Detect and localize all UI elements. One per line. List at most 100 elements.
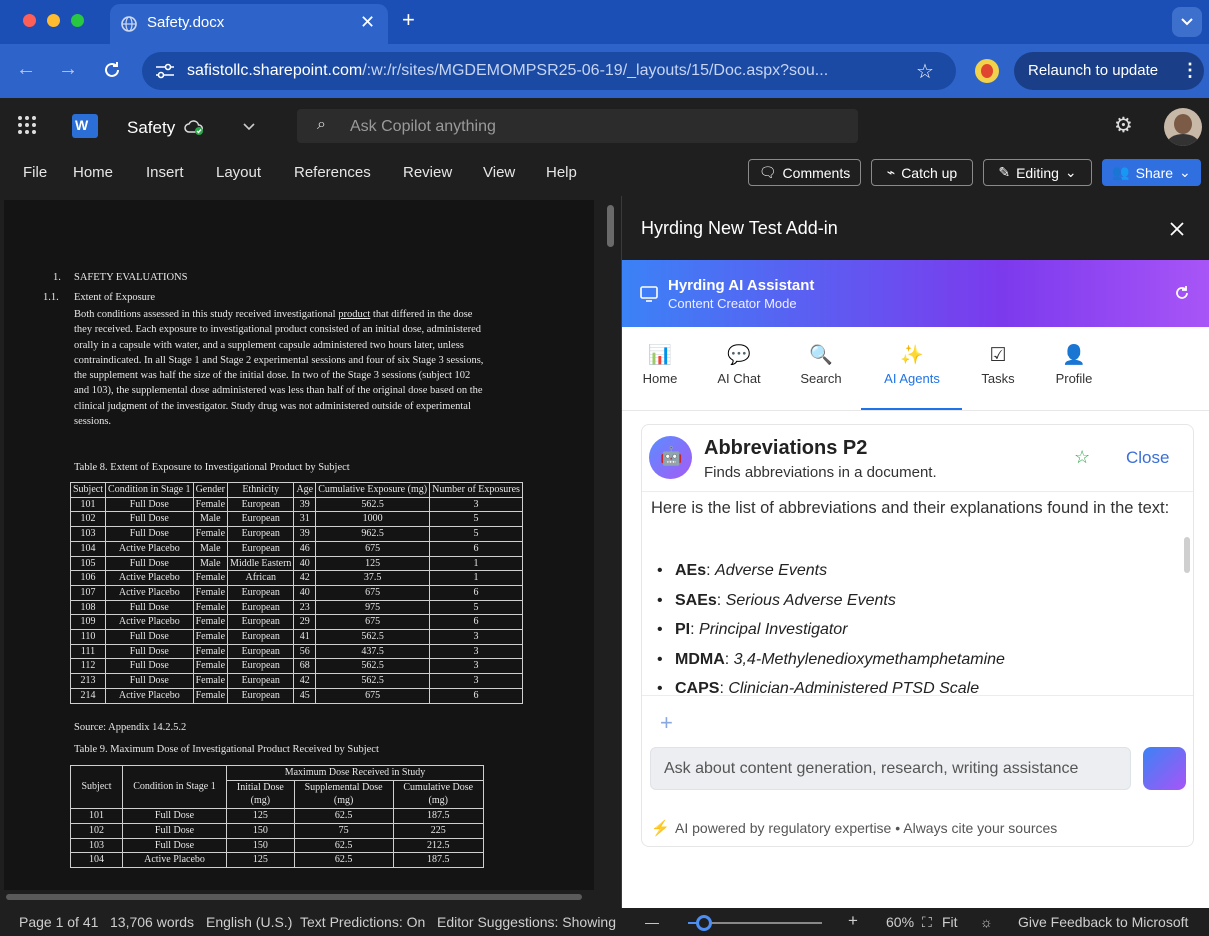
bullet: •	[657, 650, 663, 668]
table-exposure-by-subject: Subject Condition in Stage 1 Gender Ethnici…	[69, 482, 523, 704]
table9-header-subject: Subject	[70, 764, 123, 810]
agent-result-area[interactable]: Here is the list of abbreviations and th…	[642, 492, 1180, 695]
close-agent-button[interactable]: Close	[1126, 448, 1169, 468]
refresh-icon[interactable]	[1173, 284, 1191, 302]
nav-ai-chat[interactable]: 💬 AI Chat	[713, 345, 765, 386]
table-row: 102 Full Dose 150 75 225	[70, 822, 485, 839]
saved-cloud-icon	[184, 120, 203, 135]
document-name[interactable]: Safety	[127, 118, 175, 138]
add-attachment-icon[interactable]: +	[660, 710, 673, 736]
close-window-button[interactable]	[23, 14, 36, 27]
reload-icon[interactable]	[102, 60, 122, 80]
abbreviation-colon: :	[706, 562, 716, 579]
table-cell: 103	[69, 526, 107, 542]
zoom-slider-thumb[interactable]	[696, 915, 713, 931]
table-cell: European	[227, 629, 295, 645]
minimize-window-button[interactable]	[47, 14, 60, 27]
avatar[interactable]	[1164, 108, 1202, 146]
table-cell: 975	[315, 599, 431, 616]
menu-home[interactable]: Home	[73, 164, 113, 181]
comments-button[interactable]: 🗨 Comments	[748, 159, 861, 186]
feedback-link[interactable]: Give Feedback to Microsoft	[1018, 914, 1188, 930]
send-button[interactable]	[1143, 747, 1186, 790]
zoom-slider[interactable]	[688, 915, 822, 931]
vertical-scrollbar[interactable]	[607, 205, 614, 247]
close-icon[interactable]	[1169, 221, 1185, 237]
table-cell: Full Dose	[105, 629, 194, 645]
bookmark-star-icon[interactable]: ☆	[916, 59, 934, 84]
menu-help[interactable]: Help	[546, 164, 577, 181]
editing-mode-button[interactable]: ✎ Editing ⌄	[983, 159, 1092, 186]
menu-file[interactable]: File	[23, 164, 47, 181]
table-row: 101 Full Dose 125 62.5 187.5	[70, 808, 485, 824]
table9-subheader-cell: Initial Dose (mg)	[226, 779, 295, 810]
app-launcher-icon[interactable]	[17, 115, 37, 135]
table-cell: 5	[429, 526, 523, 542]
maximize-window-button[interactable]	[71, 14, 84, 27]
back-arrow-icon[interactable]: ←	[16, 58, 36, 81]
sparkles-icon: ✨	[900, 345, 924, 366]
table-cell: 125	[226, 852, 295, 868]
agent-title: Abbreviations P2	[704, 437, 868, 459]
prompt-input[interactable]: Ask about content generation, research, …	[650, 747, 1131, 790]
nav-profile[interactable]: 👤 Profile	[1052, 345, 1096, 386]
nav-tasks[interactable]: ☑ Tasks	[978, 345, 1018, 386]
share-button[interactable]: 👥 Share ⌄	[1102, 159, 1201, 186]
new-tab-icon[interactable]: +	[402, 7, 415, 33]
table-cell: 75	[293, 822, 394, 839]
table-cell: 103	[70, 837, 123, 854]
menu-references[interactable]: References	[294, 164, 371, 181]
table-cell: 101	[69, 496, 107, 513]
fit-label[interactable]: Fit	[942, 914, 958, 930]
table-cell: European	[227, 687, 295, 704]
address-bar[interactable]: safistollc.sharepoint.com/:w:/r/sites/MG…	[142, 52, 956, 90]
share-people-icon: 👥	[1112, 164, 1130, 180]
table-row: 103 Full Dose Female European 39 962.5 5	[69, 526, 523, 542]
chevron-down-icon[interactable]	[242, 122, 256, 132]
editor-suggestions[interactable]: Editor Suggestions: Showing	[437, 914, 616, 930]
brightness-icon[interactable]: ☼	[980, 914, 993, 930]
language[interactable]: English (U.S.)	[206, 914, 292, 930]
table-cell: Female	[192, 584, 229, 601]
subheading-number: 1.1.	[43, 292, 59, 303]
result-scrollbar[interactable]	[1184, 537, 1190, 573]
table-cell: European	[227, 643, 295, 660]
table-cell: Female	[192, 570, 229, 586]
table8-source: Source: Appendix 14.2.5.2	[74, 722, 187, 733]
table-cell: Full Dose	[105, 526, 194, 542]
zoom-percent[interactable]: 60%	[886, 914, 914, 930]
table8-header-cell: Age	[293, 482, 317, 498]
table-cell: 1	[429, 555, 523, 572]
catch-up-button[interactable]: ⌁ Catch up	[871, 159, 973, 186]
more-menu-icon[interactable]: ⋮	[1181, 60, 1199, 81]
menu-layout[interactable]: Layout	[216, 164, 261, 181]
menu-view[interactable]: View	[483, 164, 515, 181]
tab-search-button[interactable]	[1172, 7, 1202, 37]
abbreviation-definition: Serious Adverse Events	[725, 591, 896, 609]
nav-search[interactable]: 🔍 Search	[797, 345, 845, 386]
browser-tab[interactable]: Safety.docx ✕	[110, 4, 388, 44]
zoom-out-icon[interactable]: —	[645, 914, 659, 930]
horizontal-scrollbar[interactable]	[6, 894, 582, 900]
word-count[interactable]: 13,706 words	[110, 914, 194, 930]
copilot-search-icon: ⌕	[317, 116, 326, 133]
favorite-star-icon[interactable]: ☆	[1074, 447, 1090, 468]
extension-icon[interactable]	[975, 59, 999, 83]
forward-arrow-icon[interactable]: →	[58, 58, 78, 81]
close-tab-icon[interactable]: ✕	[360, 12, 375, 33]
relaunch-button[interactable]: Relaunch to update ⋮	[1014, 52, 1204, 90]
table-cell: Female	[192, 643, 229, 660]
copilot-search-box[interactable]: ⌕ Ask Copilot anything	[297, 109, 858, 143]
nav-home[interactable]: 📊 Home	[639, 345, 681, 386]
text-predictions[interactable]: Text Predictions: On	[300, 914, 425, 930]
monitor-icon	[640, 286, 658, 302]
settings-gear-icon[interactable]: ⚙	[1114, 113, 1133, 138]
menu-insert[interactable]: Insert	[146, 164, 184, 181]
zoom-in-icon[interactable]: +	[848, 911, 858, 931]
chevron-down-icon: ⌄	[1179, 164, 1191, 180]
nav-ai-agents[interactable]: ✨ AI Agents	[862, 345, 962, 386]
page-count[interactable]: Page 1 of 41	[19, 914, 98, 930]
menu-review[interactable]: Review	[403, 164, 452, 181]
fit-icon[interactable]: ⛶	[922, 914, 932, 931]
site-settings-icon[interactable]	[154, 62, 176, 80]
